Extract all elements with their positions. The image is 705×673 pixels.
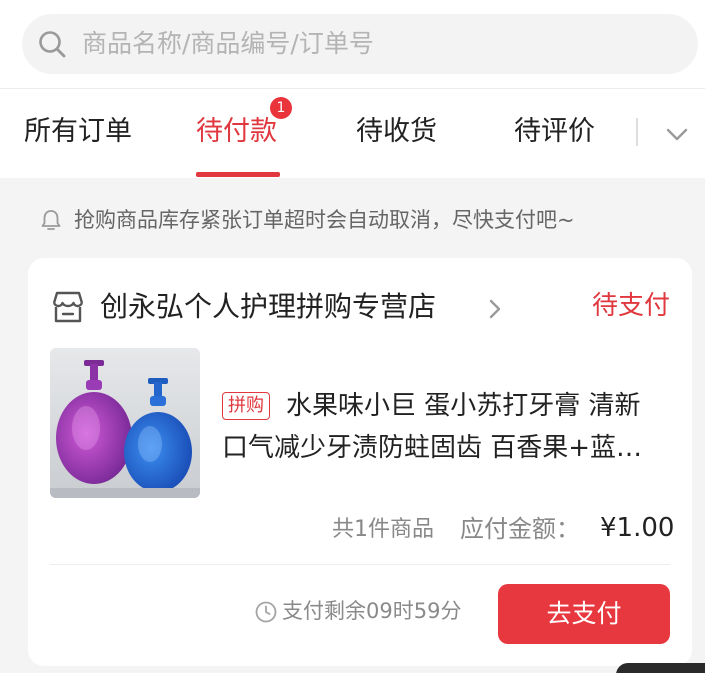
amount-due-value: ¥1.00 [600, 513, 675, 543]
tab-pending-receipt[interactable]: 待收货 [356, 114, 437, 150]
tab-pending-payment-badge: 1 [270, 97, 292, 119]
clock-icon [255, 601, 277, 623]
pay-button[interactable]: 去支付 [498, 584, 670, 644]
order-card[interactable]: 创永弘个人护理拼购专营店 待支付 拼购 水果味小巨 蛋小苏打牙膏 清新 口气减少… [28, 258, 692, 666]
divider [50, 564, 670, 565]
divider [0, 88, 705, 89]
product-title-line-1[interactable]: 水果味小巨 蛋小苏打牙膏 清新 [286, 388, 641, 424]
bell-icon [41, 210, 61, 230]
tab-pending-payment[interactable]: 待付款 [196, 114, 277, 150]
search-bar[interactable]: 商品名称/商品编号/订单号 [22, 14, 698, 74]
tabs-separator [636, 118, 638, 146]
search-icon [39, 31, 66, 58]
store-name[interactable]: 创永弘个人护理拼购专营店 [100, 288, 436, 326]
top-area: 商品名称/商品编号/订单号 所有订单 待付款 1 待收货 待评价 [0, 0, 705, 178]
product-title-line-2[interactable]: 口气减少牙渍防蛀固齿 百香果+蓝… [222, 430, 642, 466]
search-input-placeholder: 商品名称/商品编号/订单号 [82, 29, 374, 58]
product-image[interactable] [50, 348, 200, 498]
corner-overlay [616, 663, 705, 673]
tab-pending-review[interactable]: 待评价 [514, 114, 595, 150]
chevron-down-icon[interactable] [664, 122, 690, 148]
payment-countdown: 支付剩余09时59分 [282, 599, 462, 623]
order-status: 待支付 [591, 291, 670, 321]
notice-text: 抢购商品库存紧张订单超时会自动取消，尽快支付吧~ [74, 208, 575, 232]
store-icon [52, 291, 84, 323]
chevron-right-icon[interactable] [486, 298, 504, 320]
amount-due-label: 应付金额： [460, 515, 580, 543]
group-buy-tag: 拼购 [222, 392, 270, 420]
active-tab-indicator [196, 172, 280, 177]
item-count: 共1件商品 [332, 517, 434, 542]
tab-all-orders[interactable]: 所有订单 [24, 114, 132, 150]
